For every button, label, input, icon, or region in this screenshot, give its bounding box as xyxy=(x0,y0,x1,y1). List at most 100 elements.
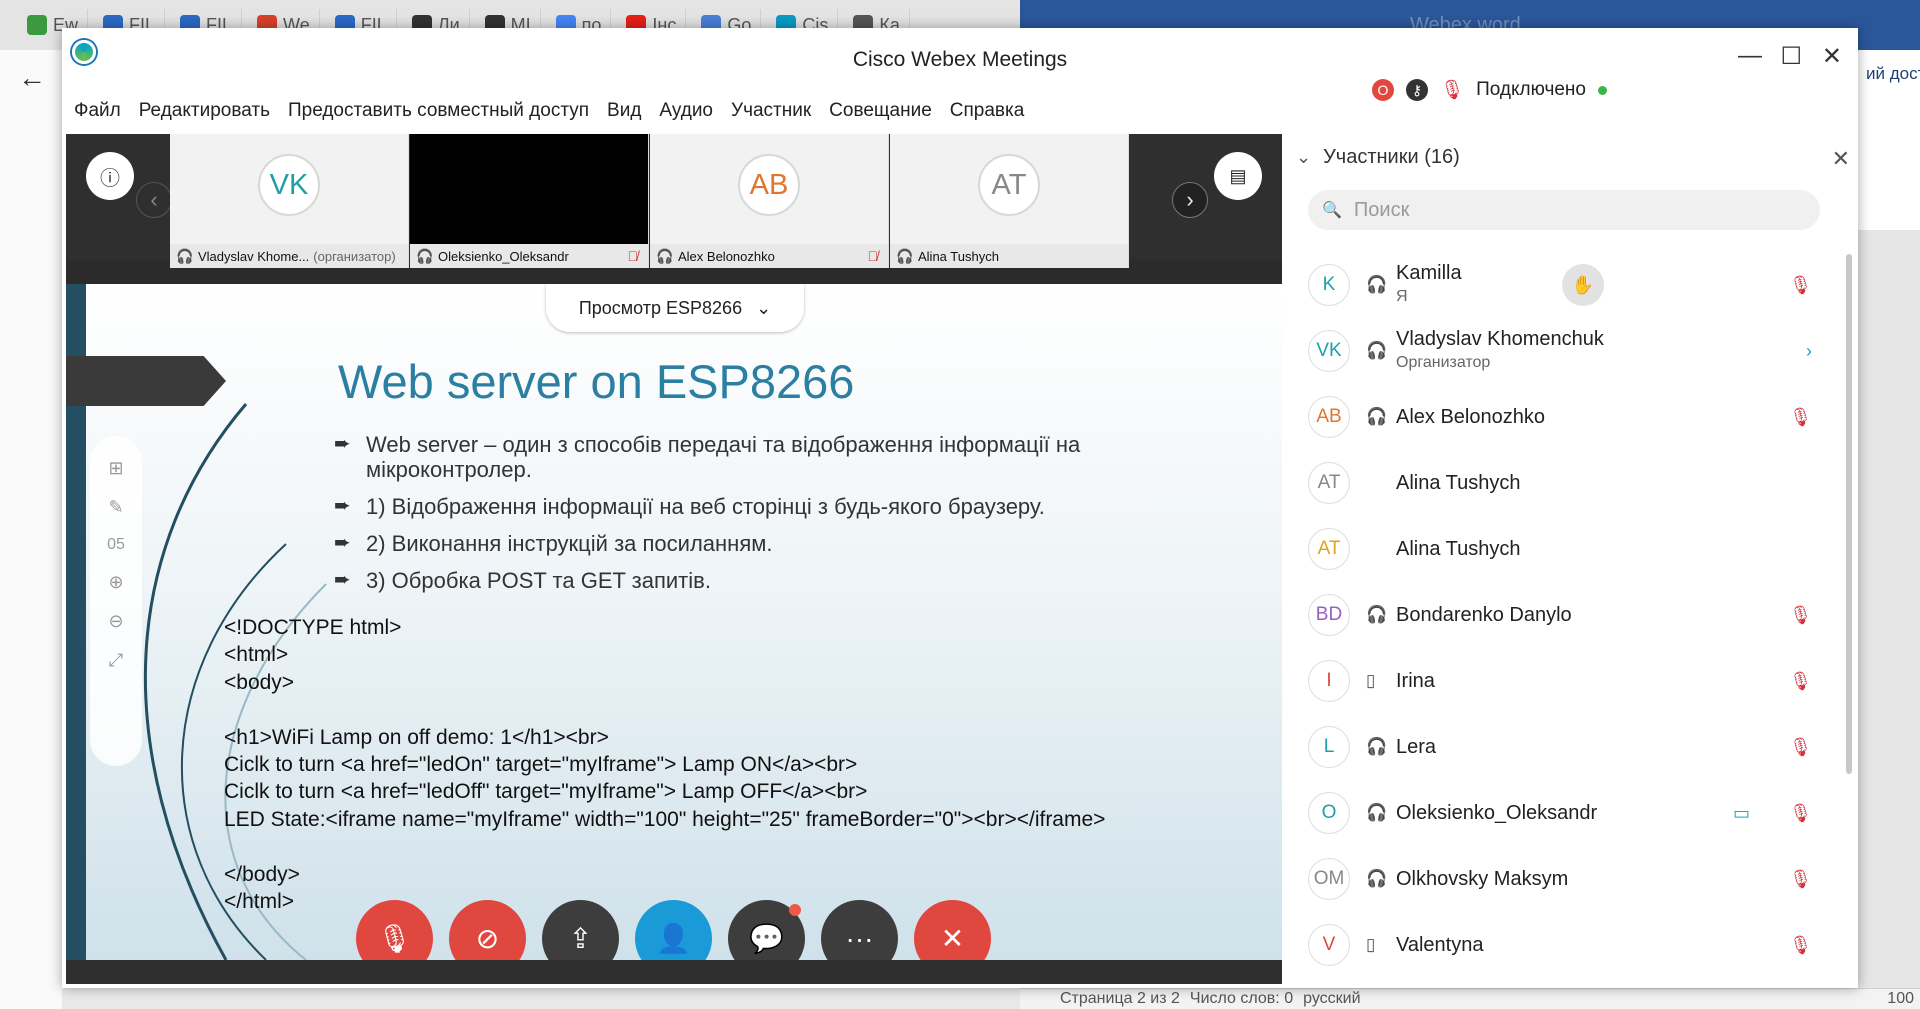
headset-icon: 🎧 xyxy=(896,247,914,264)
tile-name-bar: 🎧 Alex Belonozhko 🎙̸ xyxy=(650,244,888,268)
menu-item[interactable]: Вид xyxy=(607,100,641,122)
zoom-in-icon[interactable]: ⊕ xyxy=(108,572,123,593)
headset-icon: 🎧 xyxy=(176,247,194,264)
chat-icon: 💬 xyxy=(749,923,784,954)
slide-bullet: 3) Обробка POST та GET запитів. xyxy=(334,568,1214,593)
zoom-out-icon[interactable]: ⊖ xyxy=(108,611,123,632)
chevron-down-icon[interactable]: ⌄ xyxy=(1296,147,1311,168)
participant-row[interactable]: V ▯ Valentyna 🎙 xyxy=(1284,912,1840,978)
avatar: AT xyxy=(1308,528,1350,570)
avatar: VK xyxy=(1308,330,1350,372)
participant-name: Alina Tushych xyxy=(918,248,999,264)
participant-row[interactable]: AB 🎧 Alex Belonozhko 🎙 xyxy=(1284,384,1840,450)
slide-code: <!DOCTYPE html> <html> <body> <h1>WiFi L… xyxy=(224,616,1106,914)
close-window-icon[interactable]: ✕ xyxy=(1822,42,1842,71)
menu-item[interactable]: Предоставить совместный доступ xyxy=(288,100,589,122)
participant-row[interactable]: BD 🎧 Bondarenko Danylo 🎙 xyxy=(1284,582,1840,648)
avatar: OM xyxy=(1308,858,1350,900)
camera-off-icon: ⊘ xyxy=(475,923,500,954)
menu-item[interactable]: Редактировать xyxy=(139,100,270,122)
thumbnails-icon[interactable]: ⊞ xyxy=(108,458,123,479)
slide-arrow-shape xyxy=(66,356,226,406)
notification-dot xyxy=(789,904,801,916)
webex-window: Cisco Webex Meetings — ☐ ✕ Файл Редактиро… xyxy=(62,28,1858,988)
participant-name: Irina xyxy=(1396,669,1435,692)
close-icon[interactable]: ✕ xyxy=(1832,146,1850,172)
scrollbar[interactable] xyxy=(1846,254,1852,774)
participant-row[interactable]: I ▯ Irina 🎙 xyxy=(1284,648,1840,714)
mic-muted-icon[interactable]: 🎙 xyxy=(1789,869,1812,890)
menu-item[interactable]: Участник xyxy=(731,100,811,122)
maximize-icon[interactable]: ☐ xyxy=(1780,42,1802,71)
minimize-icon[interactable]: — xyxy=(1738,42,1762,70)
avatar: AB xyxy=(1308,396,1350,438)
browser-background xyxy=(0,50,62,1009)
word-word-count[interactable]: Число слов: 0 xyxy=(1190,990,1293,1008)
participant-row[interactable]: O 🎧 Oleksienko_Oleksandr ▭ 🎙 xyxy=(1284,780,1840,846)
video-camera-icon[interactable]: ▭ xyxy=(1733,803,1750,824)
connection-status: O ⚷ 🎙 Подключено xyxy=(1372,78,1607,102)
word-language[interactable]: русский xyxy=(1303,990,1360,1008)
participant-row[interactable]: AT Alina Tushych xyxy=(1284,516,1840,582)
participant-subtitle: Я xyxy=(1396,288,1408,305)
video-tile[interactable]: VK 🎧 Vladyslav Khome... (организатор) xyxy=(170,134,409,268)
mic-muted-icon[interactable]: 🎙 xyxy=(1440,78,1464,102)
fit-icon[interactable]: ⤢ xyxy=(109,650,123,671)
participant-row[interactable]: VK 🎧 Vladyslav Khomenchuk Организатор › xyxy=(1284,318,1840,384)
mic-muted-icon[interactable]: 🎙 xyxy=(1789,737,1812,758)
word-page-status[interactable]: Страница 2 из 2 xyxy=(1060,990,1180,1008)
tile-name-bar: 🎧 Oleksienko_Oleksandr 🎙̸ xyxy=(410,244,648,268)
mic-muted-icon[interactable]: 🎙 xyxy=(1789,407,1812,428)
video-tile[interactable]: AB 🎧 Alex Belonozhko 🎙̸ xyxy=(650,134,889,268)
layout-icon[interactable]: ▤ xyxy=(1214,152,1262,200)
slide-title: Web server on ESP8266 xyxy=(338,355,855,408)
view-dropdown[interactable]: Просмотр ESP8266 ⌄ xyxy=(546,284,804,332)
participant-row[interactable]: OM 🎧 Olkhovsky Maksym 🎙 xyxy=(1284,846,1840,912)
participant-name: Olkhovsky Maksym xyxy=(1396,867,1569,890)
menu-item[interactable]: Аудио xyxy=(659,100,713,122)
chevron-right-icon[interactable]: › xyxy=(1172,182,1208,218)
more-icon: ··· xyxy=(845,922,874,954)
mic-muted-icon: 🎙̸ xyxy=(867,248,879,264)
annotation-toolbar: ⊞ ✎ 05 ⊕ ⊖ ⤢ xyxy=(90,436,142,766)
annotate-icon[interactable]: ✎ xyxy=(108,497,123,518)
participant-name: Lera xyxy=(1396,735,1437,758)
video-tile[interactable]: AT 🎧 Alina Tushych xyxy=(890,134,1129,268)
video-tile[interactable]: 🎧 Oleksienko_Oleksandr 🎙̸ xyxy=(410,134,649,268)
view-dropdown-label: Просмотр ESP8266 xyxy=(578,297,743,318)
menu-item[interactable]: Совещание xyxy=(829,100,932,122)
participant-name: Vladyslav Khomenchuk xyxy=(1396,328,1604,350)
participant-row[interactable]: AT Alina Tushych xyxy=(1284,450,1840,516)
raise-hand-icon[interactable]: ✋ xyxy=(1562,264,1604,306)
menu-item[interactable]: Справка xyxy=(950,100,1025,122)
participant-name: Kamilla xyxy=(1396,262,1462,284)
menu-item[interactable]: Файл xyxy=(74,100,121,122)
participants-icon: 👤 xyxy=(656,923,691,954)
word-zoom[interactable]: 100 xyxy=(1887,990,1914,1008)
mic-muted-icon[interactable]: 🎙 xyxy=(1789,671,1812,692)
mic-muted-icon[interactable]: 🎙 xyxy=(1789,605,1812,626)
participant-search[interactable]: 🔍 xyxy=(1308,190,1820,230)
participants-header[interactable]: ⌄ Участники (16) xyxy=(1296,134,1846,180)
participant-name: Bondarenko Danylo xyxy=(1396,603,1572,626)
key-icon[interactable]: ⚷ xyxy=(1406,79,1428,101)
info-button[interactable]: ⓘ xyxy=(86,152,134,200)
chevron-down-icon: ⌄ xyxy=(756,297,772,318)
chevron-right-icon[interactable]: › xyxy=(1806,341,1812,362)
participant-row[interactable]: L 🎧 Lera 🎙 xyxy=(1284,714,1840,780)
phone-icon: ▯ xyxy=(1366,671,1376,690)
participant-name: Alex Belonozhko xyxy=(1396,405,1545,428)
record-icon[interactable]: O xyxy=(1372,79,1394,101)
slide-bullets: Web server – один з способів передачі та… xyxy=(334,432,1214,605)
avatar: O xyxy=(1308,792,1350,834)
chevron-left-icon[interactable]: ‹ xyxy=(136,182,172,218)
mic-muted-icon[interactable]: 🎙 xyxy=(1789,275,1812,296)
mic-muted-icon[interactable]: 🎙 xyxy=(1789,935,1812,956)
participant-name: Oleksienko_Oleksandr xyxy=(438,248,569,264)
mic-muted-icon[interactable]: 🎙 xyxy=(1789,803,1812,824)
back-arrow-icon[interactable]: ← xyxy=(18,62,46,94)
participant-row[interactable]: K 🎧 Kamilla Я ✋ 🎙 xyxy=(1284,252,1840,318)
headset-icon: 🎧 xyxy=(1366,407,1388,426)
avatar: V xyxy=(1308,924,1350,966)
search-input[interactable] xyxy=(1353,198,1754,222)
